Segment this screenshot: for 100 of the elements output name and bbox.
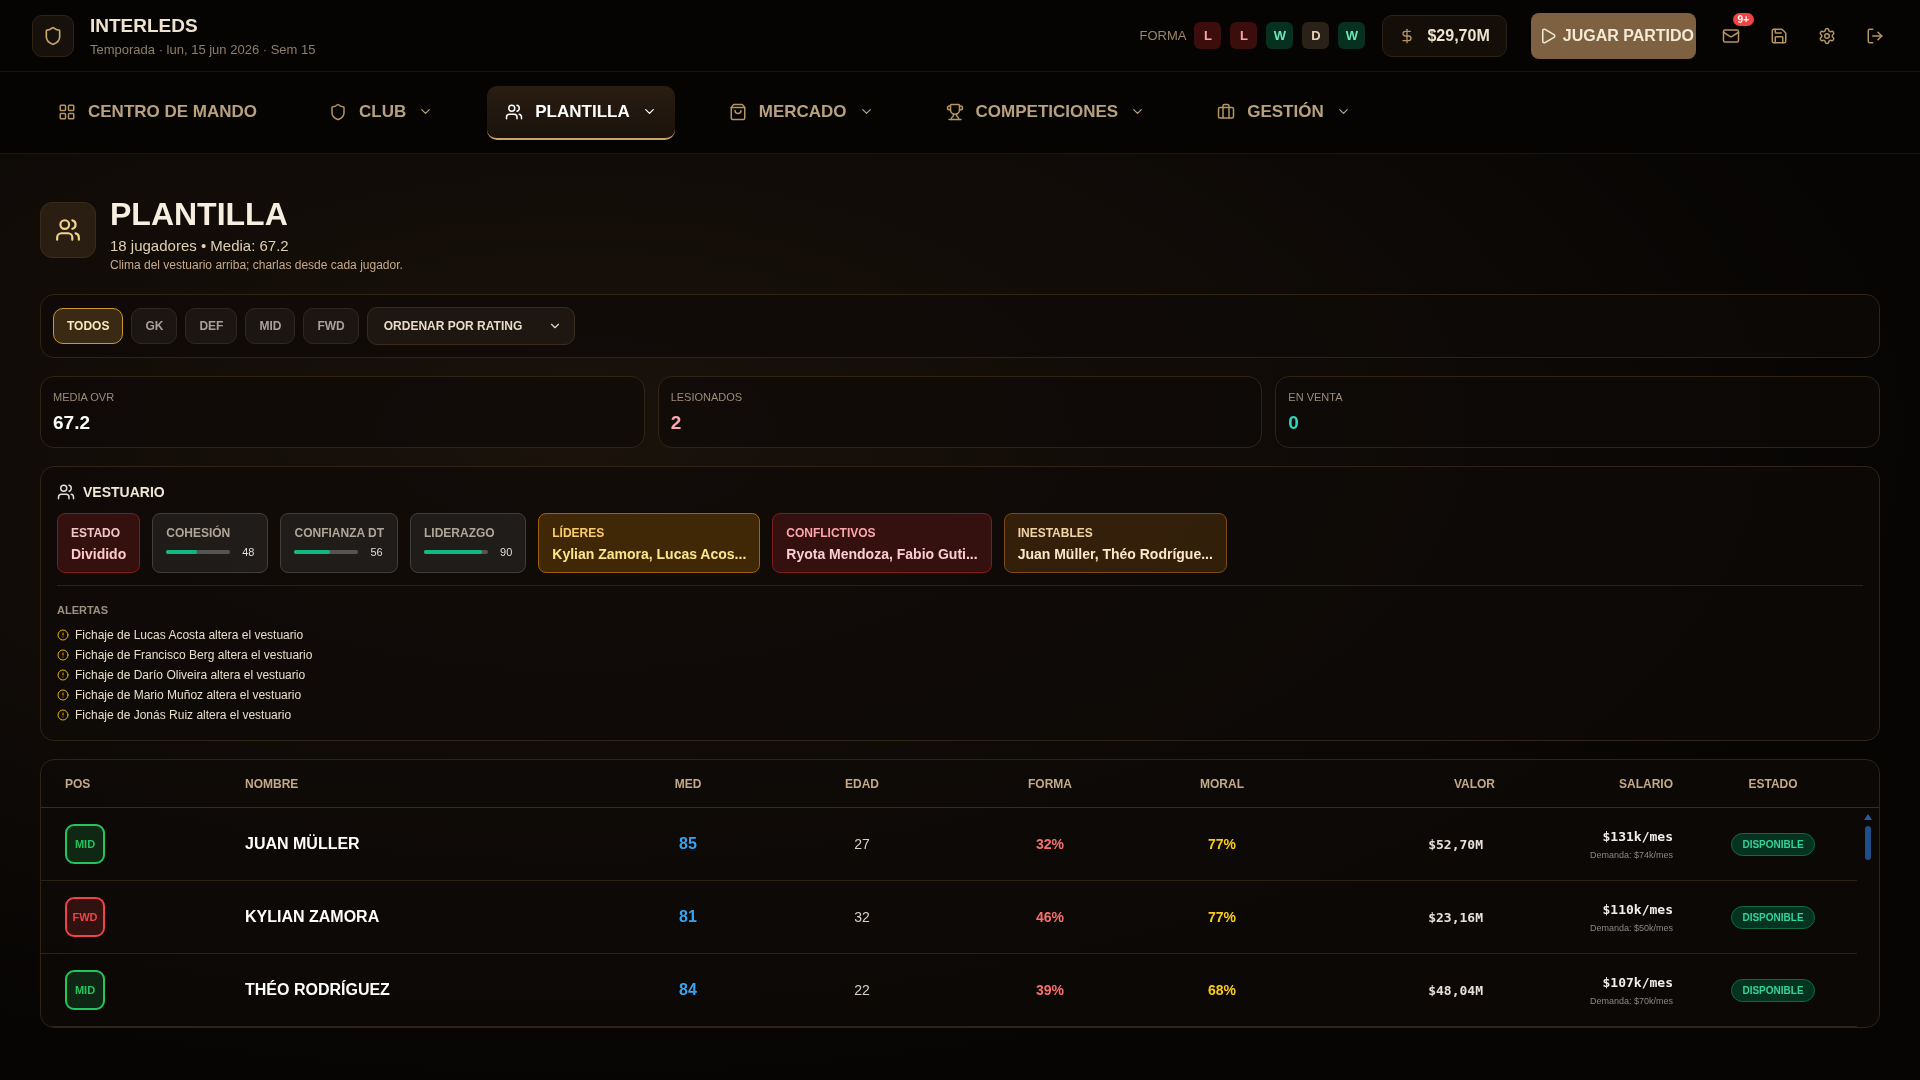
status-badge: DISPONIBLE xyxy=(1731,978,1815,1002)
grid-icon xyxy=(58,102,76,121)
users-icon xyxy=(40,202,96,258)
nav-tab[interactable]: PLANTILLA xyxy=(487,85,675,140)
users-icon xyxy=(57,483,75,501)
morale-cell-text: 68% xyxy=(1207,982,1237,998)
rating-cell-text: 84 xyxy=(678,981,698,999)
alert-icon xyxy=(57,689,69,701)
column-header: MED xyxy=(673,776,703,791)
column-header: EDAD xyxy=(844,776,880,791)
position-filter[interactable]: FWD xyxy=(303,308,359,344)
morale-cell-text: 77% xyxy=(1207,836,1237,852)
trophy-icon xyxy=(945,102,964,121)
status-badge: DISPONIBLE xyxy=(1731,905,1815,929)
form-result: L xyxy=(1230,22,1258,49)
rating-cell-text: 85 xyxy=(678,835,698,853)
position-filter[interactable]: MID xyxy=(245,308,296,344)
salary-cell: $110k/mes xyxy=(1602,901,1673,917)
form-label: FORMA xyxy=(1139,28,1187,43)
meter-reading: 48 xyxy=(242,546,255,558)
rating-cell-text: 81 xyxy=(678,908,698,926)
users-icon xyxy=(505,102,524,121)
locker-stat-value: Kylian Zamora, Lucas Acos... xyxy=(552,546,747,562)
season-date: Temporada · lun, 15 jun 2026 · Sem 15 xyxy=(90,41,316,57)
sort-select[interactable]: ORDENAR POR RATING xyxy=(366,307,576,345)
shield-icon xyxy=(329,102,348,121)
column-header: VALOR xyxy=(1452,776,1495,791)
stat-label: MEDIA OVR xyxy=(53,391,116,403)
position-filter[interactable]: TODOS xyxy=(53,308,124,344)
nav-tab[interactable]: COMPETICIONES xyxy=(927,85,1164,140)
position-filter[interactable]: GK xyxy=(131,308,178,344)
column-header: SALARIO xyxy=(1618,776,1673,791)
position-badge: FWD xyxy=(65,897,105,937)
nav-tab[interactable]: GESTIÓN xyxy=(1199,85,1369,140)
stat-value: 0 xyxy=(1288,412,1300,434)
meter-reading: 90 xyxy=(500,546,513,558)
notification-badge: 9+ xyxy=(1732,12,1754,26)
status-badge: DISPONIBLE xyxy=(1731,832,1815,856)
alert-icon xyxy=(57,669,69,681)
locker-stat-label: LÍDERES xyxy=(552,526,606,540)
alert-icon xyxy=(57,649,69,661)
bag-icon xyxy=(728,102,747,121)
alert-icon xyxy=(57,629,69,641)
locker-stat-value: Ryota Mendoza, Fabio Guti... xyxy=(786,546,978,562)
nav-tab[interactable]: CENTRO DE MANDO xyxy=(40,85,276,140)
value-cell-text: $48,04M xyxy=(1427,982,1484,998)
panel-title: VESTUARIO xyxy=(83,484,165,500)
column-header: POS xyxy=(65,776,92,791)
locker-stat-label: CONFLICTIVOS xyxy=(786,526,877,540)
column-header: NOMBRE xyxy=(245,776,300,791)
age-cell-text: 27 xyxy=(853,836,871,852)
player-name[interactable]: KYLIAN ZAMORA xyxy=(245,908,620,926)
age-cell-text: 32 xyxy=(853,909,871,925)
budget-display: $29,70M xyxy=(1382,14,1507,57)
alert-text: Fichaje de Jonás Ruiz altera el vestuario xyxy=(75,708,292,722)
form-result: W xyxy=(1266,22,1294,49)
alert-text: Fichaje de Mario Muñoz altera el vestuario xyxy=(75,688,302,702)
locker-stat-label: INESTABLES xyxy=(1017,526,1094,540)
shield-logo-icon xyxy=(32,14,74,57)
player-name[interactable]: JUAN MÜLLER xyxy=(245,835,620,853)
player-name[interactable]: THÉO RODRÍGUEZ xyxy=(245,981,620,999)
alerts-title: ALERTAS xyxy=(57,604,110,616)
salary-demand: Demanda: $70k/mes xyxy=(1589,995,1673,1006)
alert-icon xyxy=(57,709,69,721)
envelope-icon xyxy=(1722,26,1740,45)
club-name: INTERLEDS xyxy=(90,14,199,37)
salary-demand: Demanda: $74k/mes xyxy=(1589,849,1673,860)
play-match-button[interactable]: JUGAR PARTIDO xyxy=(1530,12,1696,59)
position-badge: MID xyxy=(65,824,105,864)
salary-cell: $131k/mes xyxy=(1602,828,1673,844)
nav-tab[interactable]: CLUB xyxy=(311,85,452,140)
column-header: FORMA xyxy=(1027,776,1073,791)
nav-tab[interactable]: MERCADO xyxy=(710,85,892,140)
page-note: Clima del vestuario arriba; charlas desde cada jugador. xyxy=(110,258,403,272)
stat-label: LESIONADOS xyxy=(670,391,744,403)
form-result: D xyxy=(1302,22,1330,49)
stat-value: 2 xyxy=(670,412,683,434)
alert-text: Fichaje de Darío Oliveira altera el vestuario xyxy=(75,668,306,682)
salary-demand: Demanda: $50k/mes xyxy=(1589,922,1673,933)
morale-cell-text: 77% xyxy=(1207,909,1237,925)
form-cell-text: 46% xyxy=(1035,909,1065,925)
briefcase-icon xyxy=(1217,102,1236,121)
form-cell-text: 39% xyxy=(1035,982,1065,998)
locker-stat-value: Juan Müller, Théo Rodrígue... xyxy=(1017,546,1213,562)
salary-cell: $107k/mes xyxy=(1602,974,1673,990)
column-header: MORAL xyxy=(1199,776,1245,791)
stat-label: EN VENTA xyxy=(1288,391,1344,403)
page-title: PLANTILLA xyxy=(110,196,289,233)
locker-stat-label: CONFIANZA DT xyxy=(294,526,385,540)
locker-stat-label: LIDERAZGO xyxy=(424,526,496,540)
value-cell-text: $23,16M xyxy=(1427,909,1484,925)
form-cell-text: 32% xyxy=(1035,836,1065,852)
alert-text: Fichaje de Lucas Acosta altera el vestuario xyxy=(75,628,304,642)
alert-text: Fichaje de Francisco Berg altera el vestuario xyxy=(75,648,313,662)
position-filter[interactable]: DEF xyxy=(185,308,238,344)
squad-summary: 18 jugadores • Media: 67.2 xyxy=(110,237,290,254)
locker-stat-value: Dividido xyxy=(71,546,127,562)
meter-reading: 56 xyxy=(370,546,383,558)
stat-value: 67.2 xyxy=(53,412,91,434)
form-result: L xyxy=(1194,22,1222,49)
